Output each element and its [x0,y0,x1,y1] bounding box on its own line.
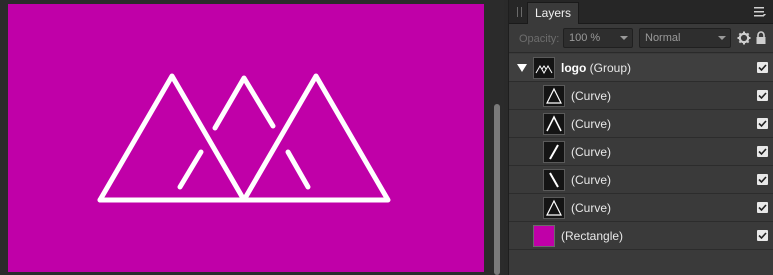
triangle-outline-icon [543,85,565,107]
lock-icon[interactable] [755,31,767,45]
layer-row-curve[interactable]: (Curve) [509,194,773,222]
panel-header: Layers [509,0,773,24]
layer-row-group-logo[interactable]: logo (Group) [509,54,773,82]
layer-row-rectangle[interactable]: (Rectangle) [509,222,773,250]
visibility-checkbox[interactable] [757,90,768,101]
triangle-outline-icon [543,197,565,219]
layer-label-group: logo (Group) [561,61,631,75]
slash-back-icon [543,169,565,191]
visibility-checkbox[interactable] [757,118,768,129]
group-name: logo [561,61,587,75]
layer-label: (Rectangle) [561,229,624,243]
expand-triangle-icon[interactable] [517,64,527,72]
layer-row-curve[interactable]: (Curve) [509,82,773,110]
visibility-checkbox[interactable] [757,174,768,185]
drag-grip-icon[interactable] [517,7,522,17]
chevron-down-icon [718,36,726,40]
artboard[interactable] [8,4,484,272]
canvas-area[interactable] [0,0,490,275]
layer-label: (Curve) [571,201,612,215]
layer-row-curve[interactable]: (Curve) [509,138,773,166]
blend-mode-dropdown[interactable]: Normal [639,28,731,48]
layer-label: (Curve) [571,89,612,103]
panel-menu-icon[interactable] [754,6,766,18]
layer-row-curve[interactable]: (Curve) [509,166,773,194]
gear-icon[interactable] [737,31,751,45]
rectangle-thumbnail [533,225,555,247]
blend-mode-value: Normal [645,32,681,44]
layer-list: logo (Group) (Curve) (Curve) (Curve) (Cu… [509,54,773,250]
chevron-down-icon [620,36,628,40]
group-thumbnail [533,57,555,79]
visibility-checkbox[interactable] [757,230,768,241]
slash-forward-icon [543,141,565,163]
scrollbar-thumb[interactable] [494,104,500,275]
layer-label: (Curve) [571,145,612,159]
layer-properties-row: Opacity: 100 % Normal [509,24,773,53]
opacity-dropdown[interactable]: 100 % [563,28,633,48]
artboard-background [8,4,484,272]
visibility-checkbox[interactable] [757,146,768,157]
group-kind: (Group) [589,61,632,75]
opacity-value: 100 % [569,32,601,44]
visibility-checkbox[interactable] [757,202,768,213]
visibility-checkbox[interactable] [757,62,768,73]
layer-label: (Curve) [571,173,612,187]
tab-layers[interactable]: Layers [527,2,580,24]
layers-panel: Layers Opacity: 100 % Normal logo (Group… [508,0,773,275]
peak-outline-icon [543,113,565,135]
opacity-label: Opacity: [519,33,560,45]
layer-label: (Curve) [571,117,612,131]
vertical-scrollbar[interactable] [490,0,504,275]
layer-row-curve[interactable]: (Curve) [509,110,773,138]
